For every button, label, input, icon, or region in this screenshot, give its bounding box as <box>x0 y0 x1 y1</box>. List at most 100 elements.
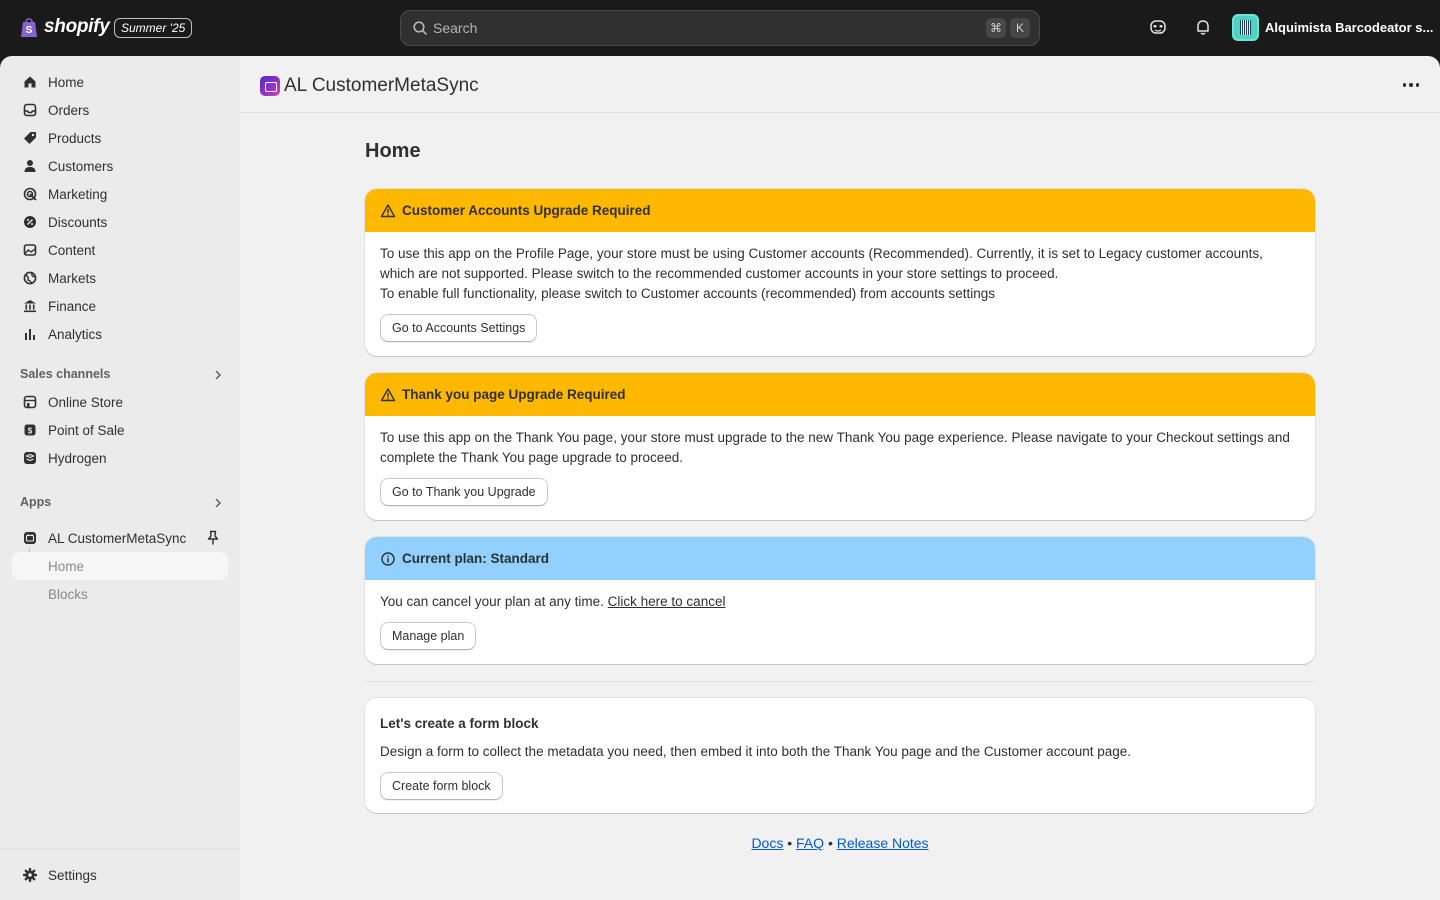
sidebar-item-label: Discounts <box>48 214 108 230</box>
store-switcher[interactable]: Alquimista Barcodeator s... <box>1232 14 1433 41</box>
sidebar-subitem-label: Home <box>48 559 85 574</box>
go-to-accounts-settings-button[interactable]: Go to Accounts Settings <box>380 314 538 342</box>
sidebar-item-label: Content <box>48 242 96 258</box>
shopify-bag-icon: S <box>21 18 37 37</box>
sidebar-item-marketing[interactable]: Marketing <box>12 180 228 208</box>
sidekick-icon[interactable] <box>1149 18 1167 36</box>
dot-icon <box>1409 83 1413 87</box>
sidebar-item-discounts[interactable]: Discounts <box>12 208 228 236</box>
sales-channels-heading[interactable]: Sales channels <box>20 367 110 381</box>
banner-thank-you-page: Thank you page Upgrade Required To use t… <box>365 373 1315 520</box>
card-title: Let's create a form block <box>380 716 539 731</box>
release-notes-link[interactable]: Release Notes <box>837 835 929 851</box>
warning-icon <box>380 387 396 401</box>
sidebar-item-analytics[interactable]: Analytics <box>12 320 228 348</box>
discount-icon <box>22 214 38 230</box>
sidebar-item-label: Home <box>48 74 85 90</box>
banner-header: Customer Accounts Upgrade Required <box>365 189 1315 232</box>
divider <box>365 681 1315 682</box>
sidebar-item-label: Analytics <box>48 326 103 342</box>
edition-badge[interactable]: Summer '25 <box>114 18 193 38</box>
pos-icon: $ <box>22 422 38 438</box>
chevron-right-icon[interactable] <box>212 369 224 381</box>
create-form-block-button[interactable]: Create form block <box>380 772 503 800</box>
sidebar-item-label: Customers <box>48 158 114 174</box>
dot-icon <box>1415 83 1420 87</box>
sidebar-item-label: Online Store <box>48 394 124 410</box>
shopify-wordmark: shopify <box>44 16 110 37</box>
sidebar-item-customers[interactable]: Customers <box>12 152 228 180</box>
footer-links: Docs • FAQ • Release Notes <box>240 835 1440 851</box>
chevron-right-icon[interactable] <box>212 497 224 509</box>
app-header: AL CustomerMetaSync <box>240 56 1440 113</box>
sidebar-subitem-home[interactable]: Home <box>12 552 228 580</box>
sidebar-item-app[interactable]: AL CustomerMetaSync <box>12 524 228 552</box>
main-content: AL CustomerMetaSync Home Customer Accoun… <box>240 56 1440 900</box>
notifications-bell-icon[interactable] <box>1194 18 1212 36</box>
pin-icon[interactable] <box>206 530 220 546</box>
banner-body: To use this app on the Thank You page, y… <box>365 416 1315 506</box>
docs-link[interactable]: Docs <box>751 835 783 851</box>
sidebar-item-label: Finance <box>48 298 97 314</box>
sidebar-item-finance[interactable]: Finance <box>12 292 228 320</box>
shopify-logo[interactable]: S shopify <box>20 16 110 38</box>
sidebar-item-orders[interactable]: Orders <box>12 96 228 124</box>
sidebar: Home Orders Products Customers Marketing… <box>0 56 240 900</box>
shortcut-key-k: K <box>1010 18 1030 38</box>
card-text: Design a form to collect the metadata yo… <box>380 744 1132 759</box>
store-avatar <box>1232 14 1259 41</box>
sidebar-item-label: Hydrogen <box>48 450 107 466</box>
store-icon <box>22 394 38 410</box>
hydrogen-icon <box>22 450 38 466</box>
bank-icon <box>22 298 38 314</box>
apps-heading[interactable]: Apps <box>20 495 51 509</box>
target-icon <box>22 186 38 202</box>
sidebar-item-content[interactable]: Content <box>12 236 228 264</box>
banner-body: You can cancel your plan at any time. Cl… <box>365 580 1315 650</box>
info-icon <box>381 551 395 566</box>
separator: • <box>827 835 833 851</box>
sidebar-subitem-label: Blocks <box>48 587 88 602</box>
warning-icon <box>380 203 396 217</box>
go-to-thank-you-upgrade-button[interactable]: Go to Thank you Upgrade <box>380 478 548 506</box>
app-icon <box>22 530 38 546</box>
sidebar-item-home[interactable]: Home <box>12 68 228 96</box>
search-bar[interactable]: Search ⌘ K <box>400 10 1040 46</box>
sidebar-subitem-blocks[interactable]: Blocks <box>12 580 228 608</box>
inbox-icon <box>22 102 38 118</box>
banner-title: Thank you page Upgrade Required <box>402 387 626 402</box>
sidebar-item-point-of-sale[interactable]: $ Point of Sale <box>12 416 228 444</box>
more-actions-button[interactable] <box>1400 74 1422 96</box>
sidebar-item-online-store[interactable]: Online Store <box>12 388 228 416</box>
shortcut-key-cmd: ⌘ <box>986 18 1006 38</box>
svg-text:$: $ <box>28 427 33 436</box>
banner-title: Customer Accounts Upgrade Required <box>402 203 651 218</box>
form-block-card: Let's create a form block Design a form … <box>365 698 1315 813</box>
banner-body: To use this app on the Profile Page, you… <box>365 232 1315 342</box>
manage-plan-button[interactable]: Manage plan <box>380 622 477 650</box>
top-bar: S shopify Summer '25 Search ⌘ K Alquimis… <box>0 0 1440 56</box>
faq-link[interactable]: FAQ <box>796 835 824 851</box>
separator: • <box>787 835 793 851</box>
sidebar-item-hydrogen[interactable]: Hydrogen <box>12 444 228 472</box>
search-icon <box>413 21 427 35</box>
sidebar-item-products[interactable]: Products <box>12 124 228 152</box>
cancel-plan-link[interactable]: Click here to cancel <box>608 594 726 609</box>
home-icon <box>22 74 38 90</box>
banner-text: To use this app on the Thank You page, y… <box>380 430 1290 465</box>
banner-text: You can cancel your plan at any time. Cl… <box>380 592 1300 612</box>
sidebar-item-label: Marketing <box>48 186 108 202</box>
banner-header: Thank you page Upgrade Required <box>365 373 1315 416</box>
sidebar-item-label: Products <box>48 130 102 146</box>
sidebar-item-markets[interactable]: Markets <box>12 264 228 292</box>
svg-text:S: S <box>26 25 33 36</box>
plan-cancel-text: You can cancel your plan at any time. <box>380 594 604 609</box>
app-logo-icon <box>260 76 280 96</box>
search-placeholder: Search <box>433 20 478 36</box>
globe-icon <box>22 270 38 286</box>
sidebar-item-settings[interactable]: Settings <box>12 861 228 889</box>
store-name: Alquimista Barcodeator s... <box>1265 20 1434 35</box>
sidebar-item-label: Settings <box>48 867 97 883</box>
banner-text: To enable full functionality, please swi… <box>380 286 996 301</box>
page-title: Home <box>365 140 421 162</box>
